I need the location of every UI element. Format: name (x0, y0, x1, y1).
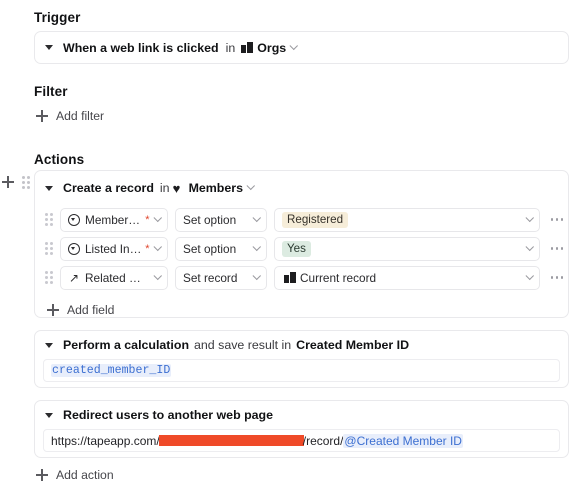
value-pill: Yes (282, 240, 311, 257)
trigger-connector: in (225, 40, 236, 55)
link-arrow-icon: ↗ (68, 270, 80, 285)
collapse-caret-icon[interactable] (45, 342, 53, 348)
chevron-down-icon[interactable] (525, 213, 534, 222)
field-name: Listed In Di... (85, 241, 142, 256)
single-select-icon (68, 213, 80, 226)
plus-icon (47, 304, 59, 316)
add-filter-button[interactable]: Add filter (36, 109, 104, 123)
formula-input[interactable]: created_member_ID (43, 359, 560, 382)
required-asterisk: * (145, 213, 150, 226)
operation-label: Set record (183, 270, 238, 285)
add-action-button[interactable]: Add action (36, 468, 114, 482)
field-row: Listed In Di... * Set option Yes (35, 234, 568, 263)
collapse-caret-icon[interactable] (45, 45, 53, 50)
operation-selector[interactable]: Set option (175, 236, 267, 261)
drag-handle-field[interactable] (45, 271, 53, 284)
chevron-down-icon[interactable] (246, 181, 255, 190)
url-prefix: https://tapeapp.com/ (51, 433, 160, 448)
plus-icon (36, 110, 48, 122)
field-name: Membershi... (85, 212, 143, 227)
field-selector[interactable]: ↗ Related Org... (60, 265, 168, 290)
add-field-button[interactable]: Add field (35, 297, 568, 323)
trigger-section-heading: Trigger (34, 10, 81, 25)
field-row: ↗ Related Org... Set record Current reco… (35, 263, 568, 292)
drag-handle-field[interactable] (45, 213, 53, 226)
insert-action-button[interactable] (2, 176, 15, 189)
value-selector[interactable]: Registered (274, 207, 540, 232)
drag-handle-field[interactable] (45, 242, 53, 255)
calculation-connector: and save result in (194, 338, 292, 352)
trigger-target: Orgs (257, 40, 287, 55)
field-selector[interactable]: Listed In Di... * (60, 236, 168, 261)
create-record-connector: in (159, 181, 170, 195)
operation-label: Set option (183, 212, 237, 227)
chevron-down-icon[interactable] (525, 271, 534, 280)
field-row: Membershi... * Set option Registered (35, 205, 568, 234)
redirect-label: Redirect users to another web page (63, 408, 274, 422)
action-card-create-record: Create a record in ♥ Members Membershi..… (34, 170, 569, 318)
field-more-options-button[interactable] (546, 276, 568, 279)
building-icon (241, 42, 254, 53)
calculation-target: Created Member ID (296, 338, 410, 352)
collapse-caret-icon[interactable] (45, 412, 53, 418)
redaction-bar (158, 435, 304, 446)
redirect-url-input[interactable]: https://tapeapp.com/ /record/@Created Mem… (43, 429, 560, 452)
field-selector[interactable]: Membershi... * (60, 207, 168, 232)
required-asterisk: * (145, 242, 150, 255)
add-action-label: Add action (56, 468, 114, 482)
value-pill: Registered (282, 211, 349, 228)
field-name: Related Org... (85, 270, 150, 285)
building-icon (284, 272, 296, 283)
value-selector[interactable]: Yes (274, 236, 540, 261)
operation-label: Set option (183, 241, 237, 256)
operation-selector[interactable]: Set option (175, 207, 267, 232)
add-filter-label: Add filter (56, 109, 105, 123)
operation-selector[interactable]: Set record (175, 265, 267, 290)
heart-icon: ♥ (172, 180, 181, 196)
calculation-header[interactable]: Perform a calculation and save result in… (35, 331, 568, 359)
trigger-card[interactable]: When a web link is clicked in Orgs (34, 31, 569, 64)
chevron-down-icon[interactable] (252, 271, 261, 280)
create-record-label: Create a record (63, 181, 154, 195)
field-more-options-button[interactable] (546, 247, 568, 250)
chevron-down-icon[interactable] (153, 213, 162, 222)
chevron-down-icon[interactable] (290, 41, 298, 50)
automation-editor: Trigger When a web link is clicked in Or… (0, 0, 574, 500)
single-select-icon (68, 242, 80, 255)
calculation-label: Perform a calculation (63, 338, 190, 352)
drag-handle-action[interactable] (22, 176, 30, 189)
value-selector[interactable]: Current record (274, 265, 540, 290)
actions-section-heading: Actions (34, 152, 85, 167)
trigger-label: When a web link is clicked (63, 40, 219, 55)
plus-icon (36, 469, 48, 481)
action-card-redirect: Redirect users to another web page https… (34, 400, 569, 458)
chevron-down-icon[interactable] (153, 271, 162, 280)
create-record-header[interactable]: Create a record in ♥ Members (35, 171, 568, 205)
chevron-down-icon[interactable] (252, 213, 261, 222)
formula-text: created_member_ID (51, 364, 172, 377)
collapse-caret-icon[interactable] (45, 185, 53, 191)
chevron-down-icon[interactable] (525, 242, 534, 251)
url-suffix: /record/ (302, 433, 344, 448)
value-label: Current record (300, 270, 377, 285)
create-record-table: Members (188, 181, 243, 195)
url-token: @Created Member ID (343, 433, 463, 448)
filter-section-heading: Filter (34, 84, 68, 99)
chevron-down-icon[interactable] (252, 242, 261, 251)
redirect-header[interactable]: Redirect users to another web page (35, 401, 568, 429)
action-card-calculation: Perform a calculation and save result in… (34, 330, 569, 388)
chevron-down-icon[interactable] (153, 242, 162, 251)
field-more-options-button[interactable] (546, 218, 568, 221)
add-field-label: Add field (67, 303, 115, 317)
